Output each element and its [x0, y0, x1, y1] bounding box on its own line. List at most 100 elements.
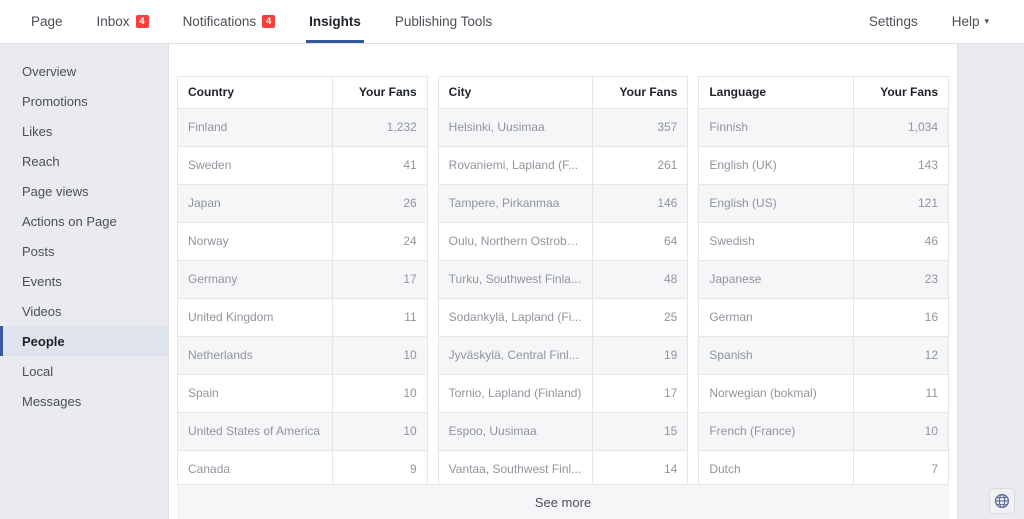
table-city: City Your Fans Helsinki, Uusimaa 357 Rovanie… [437, 76, 689, 489]
sidebar-item-page-views[interactable]: Page views [0, 176, 168, 206]
see-more-link[interactable]: See more [535, 495, 591, 510]
table-row: Tornio, Lapland (Finland) 17 [438, 374, 688, 413]
cell-fans: 11 [853, 374, 949, 413]
cell-fans: 10 [331, 412, 427, 451]
insights-sidebar: Overview Promotions Likes Reach Page views Ac… [0, 44, 168, 519]
cell-name: Turku, Southwest Finla... [438, 260, 593, 299]
column-header-your-fans[interactable]: Your Fans [592, 77, 688, 109]
top-navigation-bar: Page Inbox 4 Notifications 4 Insights Publishi… [0, 0, 1024, 44]
cell-name: Vantaa, Southwest Finl... [438, 450, 593, 489]
table-row: Jyväskylä, Central Finl... 19 [438, 336, 688, 375]
table-header-row: City Your Fans [438, 77, 688, 109]
sidebar-item-label: Posts [22, 243, 55, 259]
cell-fans: 41 [331, 146, 427, 185]
column-header-your-fans[interactable]: Your Fans [331, 77, 427, 109]
table-row: Norway 24 [178, 222, 427, 261]
cell-name: United States of America [178, 412, 333, 451]
table-row: Spanish 12 [699, 336, 949, 375]
cell-fans: 24 [331, 222, 427, 261]
table-row: United States of America 10 [178, 412, 427, 451]
sidebar-item-people[interactable]: People [0, 326, 168, 356]
cell-name: Tampere, Pirkanmaa [438, 184, 593, 223]
column-header-your-fans[interactable]: Your Fans [853, 77, 949, 109]
cell-fans: 26 [331, 184, 427, 223]
nav-item-publishing-tools[interactable]: Publishing Tools [378, 0, 509, 43]
cell-fans: 15 [592, 412, 688, 451]
cell-name: Espoo, Uusimaa [438, 412, 593, 451]
cell-fans: 11 [331, 298, 427, 337]
cell-fans: 261 [592, 146, 688, 185]
sidebar-item-local[interactable]: Local [0, 356, 168, 386]
nav-item-notifications[interactable]: Notifications 4 [166, 0, 293, 43]
cell-name: Sweden [178, 146, 333, 185]
right-rail [959, 44, 1024, 519]
sidebar-item-likes[interactable]: Likes [0, 116, 168, 146]
table-row: Sweden 41 [178, 146, 427, 185]
nav-item-insights[interactable]: Insights [292, 0, 378, 43]
sidebar-item-label: Overview [22, 63, 77, 79]
sidebar-item-posts[interactable]: Posts [0, 236, 168, 266]
cell-name: Spain [178, 374, 333, 413]
insights-content-panel: Country Your Fans Finland 1,232 Sweden 41 Japa… [168, 44, 958, 519]
nav-item-label: Inbox [96, 14, 130, 29]
cell-fans: 9 [331, 450, 427, 489]
sidebar-item-videos[interactable]: Videos [0, 296, 168, 326]
table-row: Japanese 23 [699, 260, 949, 299]
table-header-row: Country Your Fans [178, 77, 427, 109]
cell-name: Rovaniemi, Lapland (F... [438, 146, 593, 185]
table-row: Dutch 7 [699, 450, 949, 489]
cell-name: Japanese [699, 260, 854, 299]
table-row: Oulu, Northern Ostrobo... 64 [438, 222, 688, 261]
table-row: Spain 10 [178, 374, 427, 413]
sidebar-item-promotions[interactable]: Promotions [0, 86, 168, 116]
cell-fans: 143 [853, 146, 949, 185]
cell-name: Finland [178, 108, 333, 147]
sidebar-item-messages[interactable]: Messages [0, 386, 168, 416]
nav-item-page[interactable]: Page [14, 0, 80, 43]
table-row: Rovaniemi, Lapland (F... 261 [438, 146, 688, 185]
nav-item-label: Page [31, 14, 63, 29]
sidebar-item-events[interactable]: Events [0, 266, 168, 296]
sidebar-item-label: Videos [22, 303, 62, 319]
cell-name: Sodankylä, Lapland (Fi... [438, 298, 593, 337]
column-header-city[interactable]: City [438, 77, 593, 109]
cell-name: Swedish [699, 222, 854, 261]
cell-name: Jyväskylä, Central Finl... [438, 336, 593, 375]
cell-fans: 146 [592, 184, 688, 223]
nav-item-inbox[interactable]: Inbox 4 [80, 0, 166, 43]
cell-name: Oulu, Northern Ostrobo... [438, 222, 593, 261]
sidebar-item-label: People [22, 333, 65, 349]
nav-item-label: Settings [868, 14, 918, 29]
table-row: French (France) 10 [699, 412, 949, 451]
sidebar-item-actions-on-page[interactable]: Actions on Page [0, 206, 168, 236]
cell-fans: 16 [853, 298, 949, 337]
cell-name: Norwegian (bokmal) [699, 374, 854, 413]
cell-fans: 17 [592, 374, 688, 413]
cell-fans: 1,232 [331, 108, 427, 147]
cell-name: English (UK) [699, 146, 854, 185]
cell-name: Norway [178, 222, 333, 261]
nav-item-settings[interactable]: Settings [852, 0, 935, 43]
table-row: German 16 [699, 298, 949, 337]
cell-fans: 25 [592, 298, 688, 337]
column-header-country[interactable]: Country [178, 77, 333, 109]
sidebar-item-reach[interactable]: Reach [0, 146, 168, 176]
cell-fans: 12 [853, 336, 949, 375]
globe-icon[interactable] [989, 488, 1015, 514]
table-row: Finland 1,232 [178, 108, 427, 147]
sidebar-item-label: Reach [22, 153, 60, 169]
sidebar-item-label: Local [22, 363, 54, 379]
cell-name: Germany [178, 260, 333, 299]
fans-tables-container: Country Your Fans Finland 1,232 Sweden 41 Japa… [177, 76, 950, 489]
column-header-language[interactable]: Language [699, 77, 854, 109]
nav-item-label: Notifications [182, 14, 257, 29]
cell-name: Netherlands [178, 336, 333, 375]
nav-item-help[interactable]: Help ▾ [935, 0, 1006, 43]
cell-fans: 357 [592, 108, 688, 147]
table-header-row: Language Your Fans [699, 77, 949, 109]
cell-fans: 121 [853, 184, 949, 223]
sidebar-item-overview[interactable]: Overview [0, 56, 168, 86]
table-row: English (UK) 143 [699, 146, 949, 185]
sidebar-item-label: Promotions [22, 93, 88, 109]
table-row: Japan 26 [178, 184, 427, 223]
